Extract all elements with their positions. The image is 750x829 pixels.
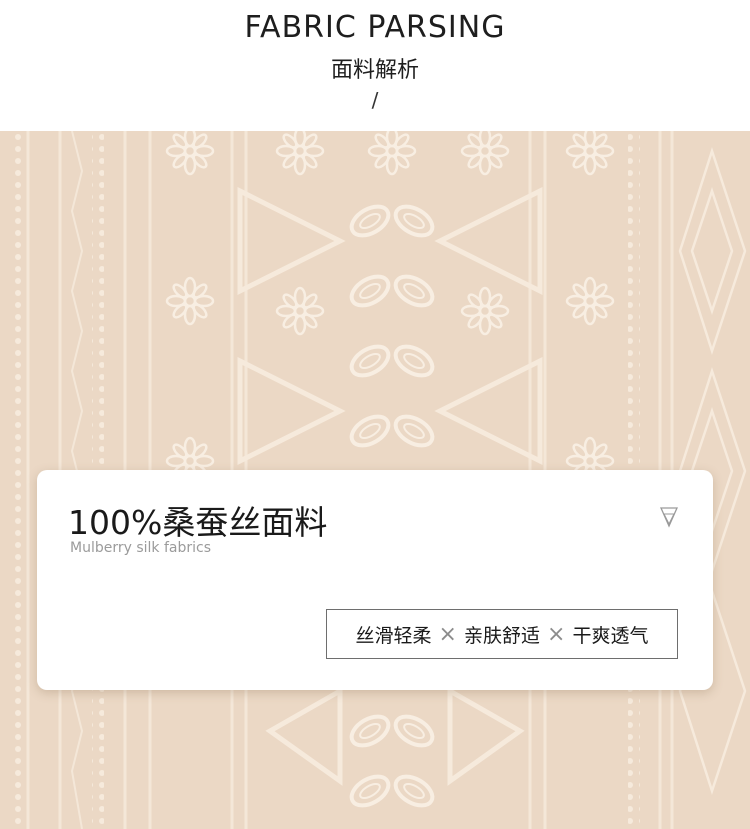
fabric-info-card: 100%桑蚕丝面料 Mulberry silk fabrics 丝滑轻柔 × 亲…: [37, 470, 713, 690]
tag-silky: 丝滑轻柔: [355, 624, 432, 647]
tag-separator: ×: [547, 621, 566, 647]
feature-tags: 丝滑轻柔 × 亲肤舒适 × 干爽透气: [326, 609, 678, 659]
card-title: 100%桑蚕丝面料: [68, 503, 328, 542]
tag-breathable: 干爽透气: [572, 624, 649, 647]
card-subtitle: Mulberry silk fabrics: [70, 540, 212, 556]
page-header: FABRIC PARSING 面料解析 /: [0, 0, 750, 130]
title-divider: /: [371, 88, 379, 112]
tag-separator: ×: [438, 621, 457, 647]
double-triangle-down-icon: [659, 507, 679, 528]
title-chinese: 面料解析: [330, 58, 419, 83]
fabric-photo: 100%桑蚕丝面料 Mulberry silk fabrics 丝滑轻柔 × 亲…: [0, 131, 750, 829]
title-english: FABRIC PARSING: [244, 10, 506, 45]
tag-skin-friendly: 亲肤舒适: [463, 624, 540, 647]
